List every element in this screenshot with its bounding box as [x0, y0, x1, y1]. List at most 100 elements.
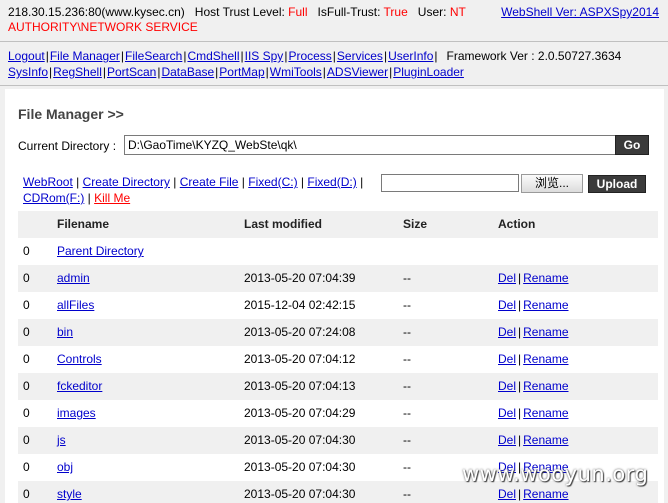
nav-database[interactable]: DataBase — [161, 65, 214, 79]
nav-iis-spy[interactable]: IIS Spy — [245, 49, 284, 63]
action-separator: | — [518, 406, 522, 420]
nav-cmd-shell[interactable]: CmdShell — [187, 49, 239, 63]
file-size: -- — [403, 271, 411, 285]
browse-button[interactable]: 浏览... — [521, 174, 583, 193]
table-header-row: Filename Last modified Size Action — [18, 211, 658, 238]
delete-link[interactable]: Del — [498, 433, 516, 447]
rename-link[interactable]: Rename — [523, 487, 568, 501]
current-directory-input[interactable]: D:\GaoTime\KYZQ_WebSte\qk\ — [124, 135, 616, 155]
quick-links: WebRoot | Create Directory | Create File… — [23, 175, 364, 205]
row-index: 0 — [23, 271, 30, 285]
nav-file-manager[interactable]: File Manager — [50, 49, 120, 63]
framework-version: Framework Ver : 2.0.50727.3634 — [446, 49, 622, 63]
folder-link[interactable]: js — [57, 427, 66, 454]
folder-link[interactable]: bin — [57, 319, 73, 346]
folder-link[interactable]: Controls — [57, 346, 102, 373]
rename-link[interactable]: Rename — [523, 352, 568, 366]
delete-link[interactable]: Del — [498, 379, 516, 393]
rename-link[interactable]: Rename — [523, 433, 568, 447]
last-modified: 2015-12-04 02:42:15 — [244, 298, 356, 312]
delete-link[interactable]: Del — [498, 325, 516, 339]
row-actions: Del | Rename — [498, 346, 569, 373]
row-index: 0 — [23, 487, 30, 501]
table-row: 0 fckeditor 2013-05-20 07:04:13 -- Del | Renam… — [18, 373, 658, 400]
nav-row-2: SysInfo|RegShell|PortScan|DataBase|PortM… — [8, 65, 464, 79]
page-title: File Manager >> — [18, 106, 124, 122]
nav-process[interactable]: Process — [288, 49, 331, 63]
link-kill-me[interactable]: Kill Me — [94, 191, 130, 205]
link-create-directory[interactable]: Create Directory — [83, 175, 170, 189]
folder-link[interactable]: allFiles — [57, 292, 94, 319]
last-modified: 2013-05-20 07:04:39 — [244, 271, 356, 285]
row-actions: Del | Rename — [498, 265, 569, 292]
nav-port-map[interactable]: PortMap — [219, 65, 264, 79]
file-size: -- — [403, 379, 411, 393]
nav-ads-viewer[interactable]: ADSViewer — [327, 65, 388, 79]
rename-link[interactable]: Rename — [523, 298, 568, 312]
row-actions: Del | Rename — [498, 427, 569, 454]
table-row-parent: 0 Parent Directory — [18, 238, 658, 265]
current-directory-label: Current Directory : — [18, 139, 117, 153]
table-row: 0 Controls 2013-05-20 07:04:12 -- Del | Rename — [18, 346, 658, 373]
link-fixed-d[interactable]: Fixed(D:) — [307, 175, 356, 189]
trust-level-label: Host Trust Level: — [194, 5, 285, 19]
row-index: 0 — [23, 460, 30, 474]
last-modified: 2013-05-20 07:04:30 — [244, 487, 356, 501]
last-modified: 2013-05-20 07:04:12 — [244, 352, 356, 366]
action-separator: | — [518, 379, 522, 393]
link-fixed-c[interactable]: Fixed(C:) — [248, 175, 297, 189]
host-info-line: 218.30.15.236:80(www.kysec.cn) Host Trus… — [8, 5, 466, 19]
folder-link[interactable]: fckeditor — [57, 373, 102, 400]
delete-link[interactable]: Del — [498, 487, 516, 501]
file-size: -- — [403, 406, 411, 420]
isfull-trust-label: IsFull-Trust: — [317, 5, 381, 19]
table-row: 0 js 2013-05-20 07:04:30 -- Del | Rename — [18, 427, 658, 454]
rename-link[interactable]: Rename — [523, 271, 568, 285]
nav-wmi-tools[interactable]: WmiTools — [270, 65, 322, 79]
folder-link[interactable]: style — [57, 481, 82, 503]
link-cdrom-f[interactable]: CDRom(F:) — [23, 191, 84, 205]
file-table: Filename Last modified Size Action 0 Par… — [18, 211, 658, 503]
nav-plugin-loader[interactable]: PluginLoader — [393, 65, 464, 79]
table-row: 0 bin 2013-05-20 07:24:08 -- Del | Rename — [18, 319, 658, 346]
file-size: -- — [403, 487, 411, 501]
row-index: 0 — [23, 433, 30, 447]
delete-link[interactable]: Del — [498, 352, 516, 366]
parent-directory-link[interactable]: Parent Directory — [57, 238, 144, 265]
row-index: 0 — [23, 352, 30, 366]
folder-link[interactable]: admin — [57, 265, 90, 292]
row-actions: Del | Rename — [498, 319, 569, 346]
header-filename: Filename — [57, 217, 110, 231]
link-create-file[interactable]: Create File — [180, 175, 239, 189]
nav-port-scan[interactable]: PortScan — [107, 65, 156, 79]
main-nav: Logout|File Manager|FileSearch|CmdShell|… — [8, 48, 663, 80]
last-modified: 2013-05-20 07:24:08 — [244, 325, 356, 339]
file-size: -- — [403, 298, 411, 312]
last-modified: 2013-05-20 07:04:30 — [244, 460, 356, 474]
delete-link[interactable]: Del — [498, 406, 516, 420]
rename-link[interactable]: Rename — [523, 325, 568, 339]
nav-file-search[interactable]: FileSearch — [125, 49, 182, 63]
nav-user-info[interactable]: UserInfo — [388, 49, 433, 63]
nav-logout[interactable]: Logout — [8, 49, 45, 63]
folder-link[interactable]: obj — [57, 454, 73, 481]
row-index: 0 — [23, 244, 30, 258]
folder-link[interactable]: images — [57, 400, 96, 427]
upload-button[interactable]: Upload — [588, 175, 646, 193]
rename-link[interactable]: Rename — [523, 379, 568, 393]
nav-sys-info[interactable]: SysInfo — [8, 65, 48, 79]
delete-link[interactable]: Del — [498, 298, 516, 312]
nav-services[interactable]: Services — [337, 49, 383, 63]
rename-link[interactable]: Rename — [523, 406, 568, 420]
row-index: 0 — [23, 325, 30, 339]
go-button[interactable]: Go — [615, 135, 649, 155]
webshell-version-link[interactable]: WebShell Ver: ASPXSpy2014 — [501, 5, 659, 19]
table-row: 0 allFiles 2015-12-04 02:42:15 -- Del | Rename — [18, 292, 658, 319]
upload-file-input[interactable] — [381, 174, 519, 192]
info-header: 218.30.15.236:80(www.kysec.cn) Host Trus… — [0, 0, 668, 42]
row-index: 0 — [23, 406, 30, 420]
delete-link[interactable]: Del — [498, 271, 516, 285]
link-webroot[interactable]: WebRoot — [23, 175, 73, 189]
nav-reg-shell[interactable]: RegShell — [53, 65, 102, 79]
last-modified: 2013-05-20 07:04:13 — [244, 379, 356, 393]
